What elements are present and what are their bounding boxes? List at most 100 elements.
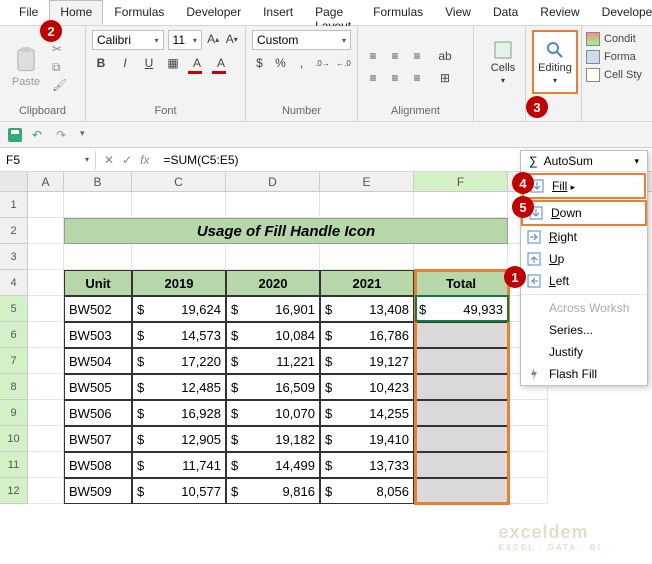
tab-data[interactable]: Data	[482, 0, 529, 25]
merge-icon[interactable]: ⊞	[436, 69, 454, 87]
align-mid-icon[interactable]: ≡	[386, 47, 404, 65]
tab-formulas[interactable]: Formulas	[103, 0, 175, 25]
qat-dropdown-icon[interactable]: ▾	[80, 128, 94, 142]
cell-y2[interactable]: $10,084	[226, 322, 320, 348]
cell-y2[interactable]: $19,182	[226, 426, 320, 452]
align-bot-icon[interactable]: ≡	[408, 47, 426, 65]
font-name-combo[interactable]: Calibri▾	[92, 30, 164, 50]
enter-icon[interactable]: ✓	[122, 153, 132, 167]
conditional-formatting-button[interactable]: Condit	[586, 32, 642, 46]
percent-icon[interactable]: %	[273, 54, 288, 72]
tab-insert[interactable]: Insert	[252, 0, 304, 25]
name-box[interactable]: F5▾	[0, 151, 96, 169]
cell-y1[interactable]: $17,220	[132, 348, 226, 374]
fill-up[interactable]: Up	[521, 248, 647, 270]
cell-y2[interactable]: $9,816	[226, 478, 320, 504]
cell-unit[interactable]: BW507	[64, 426, 132, 452]
fill-down[interactable]: Down	[523, 202, 645, 224]
align-top-icon[interactable]: ≡	[364, 47, 382, 65]
row-header[interactable]: 5	[0, 296, 28, 322]
align-left-icon[interactable]: ≡	[364, 69, 382, 87]
cell-y3[interactable]: $13,733	[320, 452, 414, 478]
cell-y3[interactable]: $8,056	[320, 478, 414, 504]
col-a[interactable]: A	[28, 172, 64, 191]
comma-icon[interactable]: ,	[294, 54, 309, 72]
redo-icon[interactable]: ↷	[56, 128, 70, 142]
col-c[interactable]: C	[132, 172, 226, 191]
cell-y1[interactable]: $14,573	[132, 322, 226, 348]
cell-y3[interactable]: $16,786	[320, 322, 414, 348]
tab-developer[interactable]: Developer	[175, 0, 252, 25]
dec-decimal-icon[interactable]: ←.0	[336, 54, 351, 72]
fill-left[interactable]: Left	[521, 270, 647, 292]
format-painter-icon[interactable]: 🖌	[52, 78, 70, 92]
cell-y1[interactable]: $12,905	[132, 426, 226, 452]
cell-y2[interactable]: $10,070	[226, 400, 320, 426]
cell-unit[interactable]: BW505	[64, 374, 132, 400]
copy-icon[interactable]: ⧉	[52, 60, 70, 74]
cell-y3[interactable]: $19,410	[320, 426, 414, 452]
row-header[interactable]: 9	[0, 400, 28, 426]
cell-y2[interactable]: $11,221	[226, 348, 320, 374]
tab-page-layout[interactable]: Page Layout	[304, 0, 362, 25]
save-icon[interactable]	[8, 128, 22, 142]
header-2019[interactable]: 2019	[132, 270, 226, 296]
cut-icon[interactable]: ✂	[52, 42, 70, 56]
inc-decimal-icon[interactable]: .0→	[315, 54, 330, 72]
cell-unit[interactable]: BW506	[64, 400, 132, 426]
title-cell[interactable]: Usage of Fill Handle Icon	[64, 218, 508, 244]
align-right-icon[interactable]: ≡	[408, 69, 426, 87]
cell-total[interactable]	[414, 400, 508, 426]
number-format-combo[interactable]: Custom▾	[252, 30, 351, 50]
col-e[interactable]: E	[320, 172, 414, 191]
cell-y3[interactable]: $10,423	[320, 374, 414, 400]
underline-button[interactable]: U	[140, 54, 158, 72]
bold-button[interactable]: B	[92, 54, 110, 72]
header-2020[interactable]: 2020	[226, 270, 320, 296]
row-header[interactable]: 4	[0, 270, 28, 296]
tab-file[interactable]: File	[8, 0, 49, 25]
header-total[interactable]: Total	[414, 270, 508, 296]
tab-formulas2[interactable]: Formulas	[362, 0, 434, 25]
italic-button[interactable]: I	[116, 54, 134, 72]
autosum-button[interactable]: ∑AutoSum▾	[521, 151, 647, 172]
editing-button[interactable]: Editing▾	[532, 30, 578, 94]
fill-color-icon[interactable]: A	[188, 54, 206, 72]
row-header[interactable]: 2	[0, 218, 28, 244]
cell-total[interactable]: $49,933	[414, 296, 508, 322]
row-header[interactable]: 7	[0, 348, 28, 374]
row-header[interactable]: 11	[0, 452, 28, 478]
cell-y1[interactable]: $19,624	[132, 296, 226, 322]
fx-icon[interactable]: fx	[140, 153, 149, 167]
fill-button[interactable]: Fill ▸	[524, 175, 644, 197]
cell-y1[interactable]: $10,577	[132, 478, 226, 504]
font-size-combo[interactable]: 11▾	[168, 30, 202, 50]
cell-y2[interactable]: $14,499	[226, 452, 320, 478]
undo-icon[interactable]: ↶	[32, 128, 46, 142]
cell-y1[interactable]: $11,741	[132, 452, 226, 478]
cell-unit[interactable]: BW502	[64, 296, 132, 322]
cell-total[interactable]	[414, 478, 508, 504]
cell-unit[interactable]: BW508	[64, 452, 132, 478]
cell-unit[interactable]: BW509	[64, 478, 132, 504]
cell-total[interactable]	[414, 322, 508, 348]
cell-y3[interactable]: $13,408	[320, 296, 414, 322]
paste-button[interactable]: Paste	[6, 46, 46, 88]
cell-y2[interactable]: $16,901	[226, 296, 320, 322]
cell-y1[interactable]: $16,928	[132, 400, 226, 426]
currency-icon[interactable]: $	[252, 54, 267, 72]
cell-total[interactable]	[414, 348, 508, 374]
cell-unit[interactable]: BW504	[64, 348, 132, 374]
select-all-corner[interactable]	[0, 172, 28, 191]
fill-right[interactable]: Right	[521, 226, 647, 248]
format-as-table-button[interactable]: Forma	[586, 50, 642, 64]
cell-y3[interactable]: $19,127	[320, 348, 414, 374]
row-header[interactable]: 8	[0, 374, 28, 400]
tab-review[interactable]: Review	[529, 0, 590, 25]
row-header[interactable]: 10	[0, 426, 28, 452]
cell-total[interactable]	[414, 426, 508, 452]
cell-styles-button[interactable]: Cell Sty	[586, 68, 642, 82]
align-center-icon[interactable]: ≡	[386, 69, 404, 87]
col-d[interactable]: D	[226, 172, 320, 191]
row-header[interactable]: 3	[0, 244, 28, 270]
